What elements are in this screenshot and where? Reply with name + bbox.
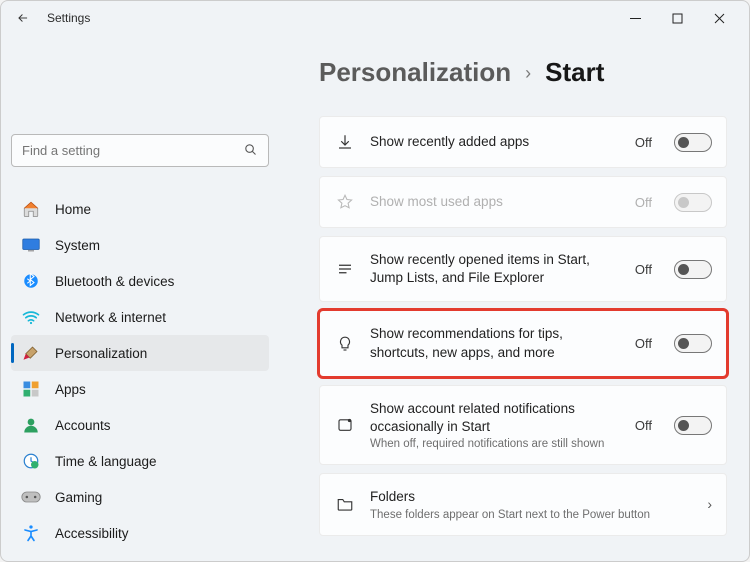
window-title: Settings (47, 11, 90, 25)
card-subtitle: When off, required notifications are sti… (370, 438, 621, 450)
list-icon (334, 258, 356, 280)
sidebar-item-apps[interactable]: Apps (11, 371, 269, 407)
sidebar: Home System Bluetooth & devices Network … (1, 35, 283, 561)
search-box[interactable] (11, 134, 269, 167)
sidebar-item-bluetooth[interactable]: Bluetooth & devices (11, 263, 269, 299)
breadcrumb: Personalization › Start (319, 57, 727, 88)
search-input[interactable] (22, 143, 243, 158)
sidebar-item-label: Gaming (55, 490, 102, 505)
bluetooth-icon (21, 271, 41, 291)
sidebar-item-label: Network & internet (55, 310, 166, 325)
sidebar-item-label: Time & language (55, 454, 157, 469)
breadcrumb-parent[interactable]: Personalization (319, 57, 511, 88)
sidebar-item-label: Apps (55, 382, 86, 397)
card-recent-items: Show recently opened items in Start, Jum… (319, 236, 727, 302)
minimize-button[interactable] (625, 8, 645, 28)
card-title: Show most used apps (370, 193, 621, 211)
back-button[interactable] (9, 4, 37, 32)
sidebar-item-personalization[interactable]: Personalization (11, 335, 269, 371)
clock-icon (21, 451, 41, 471)
sidebar-item-network[interactable]: Network & internet (11, 299, 269, 335)
chevron-right-icon: › (525, 63, 531, 84)
close-icon (714, 13, 725, 24)
card-title: Show recently opened items in Start, Jum… (370, 251, 621, 287)
system-icon (21, 235, 41, 255)
paintbrush-icon (21, 343, 41, 363)
lightbulb-icon (334, 333, 356, 355)
sidebar-item-home[interactable]: Home (11, 191, 269, 227)
card-title: Show recommendations for tips, shortcuts… (370, 325, 621, 361)
star-icon (334, 191, 356, 213)
card-account-notifications: Show account related notifications occas… (319, 385, 727, 465)
sidebar-item-label: System (55, 238, 100, 253)
card-recently-added-apps: Show recently added apps Off (319, 116, 727, 168)
gamepad-icon (21, 487, 41, 507)
toggle-account-notifications[interactable] (674, 416, 712, 435)
toggle-state: Off (635, 262, 652, 277)
sidebar-item-accessibility[interactable]: Accessibility (11, 515, 269, 551)
search-icon (243, 142, 258, 160)
sidebar-item-label: Bluetooth & devices (55, 274, 174, 289)
person-icon (21, 415, 41, 435)
settings-window: Settings Home System (0, 0, 750, 562)
sidebar-item-accounts[interactable]: Accounts (11, 407, 269, 443)
sidebar-item-label: Home (55, 202, 91, 217)
chevron-right-icon: › (707, 496, 712, 512)
toggle-state: Off (635, 195, 652, 210)
toggle-state: Off (635, 336, 652, 351)
home-icon (21, 199, 41, 219)
toggle-most-used (674, 193, 712, 212)
close-button[interactable] (709, 8, 729, 28)
download-icon (334, 131, 356, 153)
maximize-button[interactable] (667, 8, 687, 28)
sidebar-item-gaming[interactable]: Gaming (11, 479, 269, 515)
card-title: Show account related notifications occas… (370, 400, 621, 436)
toggle-recently-added[interactable] (674, 133, 712, 152)
wifi-icon (21, 307, 41, 327)
sidebar-item-system[interactable]: System (11, 227, 269, 263)
maximize-icon (672, 13, 683, 24)
sidebar-item-label: Personalization (55, 346, 147, 361)
card-most-used-apps: Show most used apps Off (319, 176, 727, 228)
card-recommendations: Show recommendations for tips, shortcuts… (319, 310, 727, 376)
titlebar: Settings (1, 1, 749, 35)
card-folders[interactable]: Folders These folders appear on Start ne… (319, 473, 727, 535)
toggle-recent-items[interactable] (674, 260, 712, 279)
sidebar-item-label: Accounts (55, 418, 111, 433)
toggle-recommendations[interactable] (674, 334, 712, 353)
window-dot-icon (334, 414, 356, 436)
minimize-icon (630, 13, 641, 24)
sidebar-item-time-language[interactable]: Time & language (11, 443, 269, 479)
apps-icon (21, 379, 41, 399)
folder-icon (334, 493, 356, 515)
toggle-state: Off (635, 135, 652, 150)
toggle-state: Off (635, 418, 652, 433)
breadcrumb-current: Start (545, 57, 604, 88)
main-content: Personalization › Start Show recently ad… (283, 35, 749, 561)
sidebar-item-label: Accessibility (55, 526, 129, 541)
card-title: Folders (370, 488, 689, 506)
card-title: Show recently added apps (370, 133, 621, 151)
accessibility-icon (21, 523, 41, 543)
arrow-left-icon (16, 11, 30, 25)
card-subtitle: These folders appear on Start next to th… (370, 509, 689, 521)
